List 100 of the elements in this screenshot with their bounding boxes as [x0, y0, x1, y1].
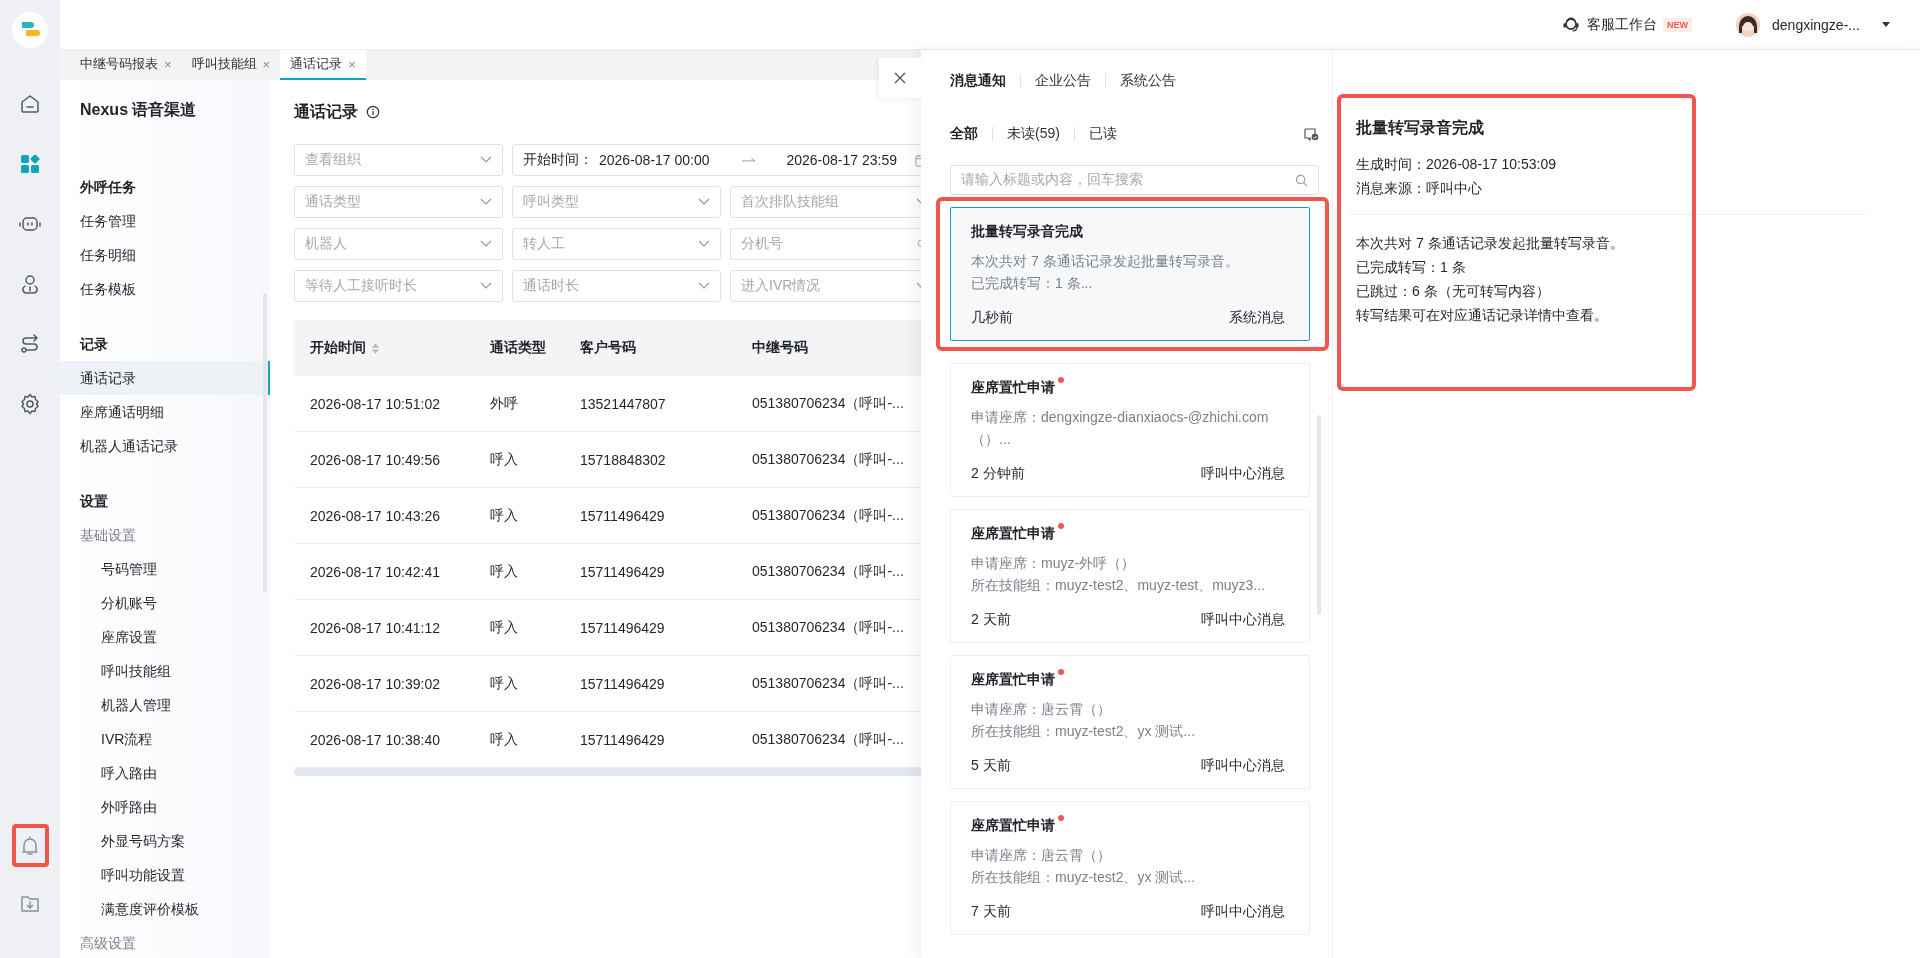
nav-item[interactable]: 机器人通话记录 — [60, 429, 270, 463]
table-cell: 2026-08-17 10:39:02 — [310, 675, 440, 692]
table-cell: 15711496429 — [580, 563, 665, 580]
table-cell: 051380706234（呼叫-... — [752, 394, 904, 413]
message-card[interactable]: 批量转写录音完成 本次共对 7 条通话记录发起批量转写录音。 已完成转写：1 条... 几秒前 系统消息 — [950, 207, 1310, 341]
message-text: 已完成转写：1 条... — [971, 274, 1094, 293]
message-source: 呼叫中心消息 — [1201, 464, 1285, 483]
detail-text: 本次共对 7 条通话记录发起批量转写录音。 — [1356, 234, 1625, 253]
message-title: 座席置忙申请 — [971, 816, 1055, 835]
message-title: 座席置忙申请 — [971, 524, 1055, 543]
nav-item[interactable]: 满意度评价模板 — [60, 892, 270, 926]
table-cell: 051380706234（呼叫-... — [752, 450, 904, 469]
nav-item[interactable]: 任务管理 — [60, 204, 270, 238]
message-title: 座席置忙申请 — [971, 378, 1055, 397]
table-cell: 呼入 — [490, 730, 518, 749]
nav-item[interactable]: 外呼路由 — [60, 790, 270, 824]
message-text: 所在技能组：muyz-test2、yx 测试... — [971, 722, 1197, 741]
filter-tab[interactable]: 未读(59) — [1007, 125, 1060, 143]
page-tab[interactable]: 呼叫技能组 × — [181, 50, 281, 80]
message-text: 所在技能组：muyz-test2、yx 测试... — [971, 868, 1197, 887]
nav-item[interactable]: 任务模板 — [60, 272, 270, 306]
tab-label[interactable]: 中继号码报表 — [80, 55, 158, 73]
message-card[interactable]: 座席置忙申请 申请座席：muyz-外呼（） 所在技能组：muyz-test2、muyz-test、muyz3... 2 天前 呼叫中心消息 — [950, 509, 1310, 643]
drawer-tab[interactable]: 消息通知 — [950, 72, 1006, 90]
nav-section[interactable]: 基础设置 — [60, 518, 270, 552]
table-cell: 13521447807 — [580, 395, 666, 412]
message-title: 批量转写录音完成 — [971, 222, 1083, 241]
close-icon[interactable]: × — [348, 56, 356, 72]
message-card[interactable]: 座席置忙申请 申请座席：dengxingze-dianxiaocs-@zhichi.com （）... 2 分钟前 呼叫中心消息 — [950, 363, 1310, 497]
message-text: 本次共对 7 条通话记录发起批量转写录音。 — [971, 252, 1240, 271]
table-cell: 051380706234（呼叫-... — [752, 618, 904, 637]
message-source: 呼叫中心消息 — [1201, 902, 1285, 921]
table-cell: 051380706234（呼叫-... — [752, 674, 904, 693]
message-source: 呼叫中心消息 — [1201, 610, 1285, 629]
detail-text: 已跳过：6 条（无可转写内容） — [1356, 282, 1551, 301]
page-title: 通话记录 — [294, 101, 358, 122]
message-source: 系统消息 — [1229, 308, 1285, 327]
message-text: 申请座席：muyz-外呼（） — [971, 554, 1137, 573]
header-cell[interactable]: 开始时间 — [294, 320, 474, 376]
detail-title: 批量转写录音完成 — [1356, 118, 1485, 138]
nav-item[interactable]: 呼入路由 — [60, 756, 270, 790]
message-text: 申请座席：唐云霄（） — [971, 700, 1112, 719]
column-header: 通话类型 — [490, 339, 546, 357]
message-time: 2 天前 — [971, 610, 1011, 629]
table-cell: 2026-08-17 10:38:40 — [310, 731, 440, 748]
column-header: 中继号码 — [752, 339, 808, 357]
nav-item[interactable]: 座席通话明细 — [60, 395, 270, 429]
drawer-tab[interactable]: 系统公告 — [1120, 72, 1176, 90]
detail-meta: 消息来源：呼叫中心 — [1356, 179, 1483, 198]
column-header: 客户号码 — [580, 339, 636, 357]
nav-item[interactable]: IVR流程 — [60, 722, 270, 756]
table-cell: 15718848302 — [580, 451, 666, 468]
nav-section[interactable]: 高级设置 — [60, 926, 270, 958]
nav-item[interactable]: 外显号码方案 — [60, 824, 270, 858]
nav-item[interactable]: 呼叫技能组 — [60, 654, 270, 688]
table-cell: 2026-08-17 10:43:26 — [310, 507, 440, 524]
drawer-tab[interactable]: 企业公告 — [1035, 72, 1091, 90]
message-text: 申请座席：唐云霄（） — [971, 846, 1112, 865]
page-tab[interactable]: 通话记录 × — [280, 50, 366, 80]
message-time: 2 分钟前 — [971, 464, 1025, 483]
table-cell: 051380706234（呼叫-... — [752, 730, 904, 749]
message-card[interactable]: 座席置忙申请 申请座席：唐云霄（） 所在技能组：muyz-test2、yx 测试... 7 天前 呼叫中心消息 — [950, 801, 1310, 935]
nav-item[interactable]: 号码管理 — [60, 552, 270, 586]
nav-item[interactable]: 座席设置 — [60, 620, 270, 654]
nav-item[interactable]: 通话记录 — [60, 361, 270, 395]
detail-meta: 生成时间：2026-08-17 10:53:09 — [1356, 155, 1557, 174]
message-title: 座席置忙申请 — [971, 670, 1055, 689]
nav-heading: 记录 — [78, 335, 109, 354]
nav-heading: 外呼任务 — [79, 178, 137, 197]
message-text: 申请座席：dengxingze-dianxiaocs-@zhichi.com — [971, 408, 1270, 427]
table-cell: 15711496429 — [580, 507, 665, 524]
table-cell: 呼入 — [490, 506, 518, 525]
table-cell: 2026-08-17 10:49:56 — [310, 451, 440, 468]
nav-item[interactable]: 任务明细 — [60, 238, 270, 272]
table-cell: 2026-08-17 10:41:12 — [310, 619, 440, 636]
filter-tab[interactable]: 已读 — [1088, 125, 1117, 143]
table-cell: 15711496429 — [580, 731, 665, 748]
page-tab[interactable]: 中继号码报表 × — [70, 50, 182, 80]
nav-item[interactable]: 呼叫功能设置 — [60, 858, 270, 892]
table-cell: 呼入 — [490, 562, 518, 581]
table-cell: 呼入 — [490, 618, 518, 637]
message-time: 5 天前 — [971, 756, 1011, 775]
column-header: 开始时间 — [310, 339, 366, 357]
user-name[interactable]: dengxingze-... — [1772, 16, 1860, 33]
message-time: 几秒前 — [971, 308, 1013, 327]
message-source: 呼叫中心消息 — [1201, 756, 1285, 775]
nav-item[interactable]: 分机账号 — [60, 586, 270, 620]
date-range-field[interactable]: 开始时间： 2026-08-17 00:00 2026-08-17 23:59 — [512, 144, 921, 176]
filter-tab[interactable]: 全部 — [950, 125, 978, 143]
tab-label[interactable]: 呼叫技能组 — [191, 55, 257, 73]
workbench-link[interactable]: 客服工作台 — [1587, 15, 1658, 34]
tab-label[interactable]: 通话记录 — [290, 55, 343, 73]
table-cell: 051380706234（呼叫-... — [752, 506, 904, 525]
message-card[interactable]: 座席置忙申请 申请座席：唐云霄（） 所在技能组：muyz-test2、yx 测试... 5 天前 呼叫中心消息 — [950, 655, 1310, 789]
nav-item[interactable]: 机器人管理 — [60, 688, 270, 722]
detail-text: 转写结果可在对应通话记录详情中查看。 — [1356, 306, 1609, 325]
table-cell: 051380706234（呼叫-... — [752, 562, 904, 581]
table-cell: 2026-08-17 10:51:02 — [310, 395, 440, 412]
message-time: 7 天前 — [971, 902, 1011, 921]
table-cell: 呼入 — [490, 450, 518, 469]
